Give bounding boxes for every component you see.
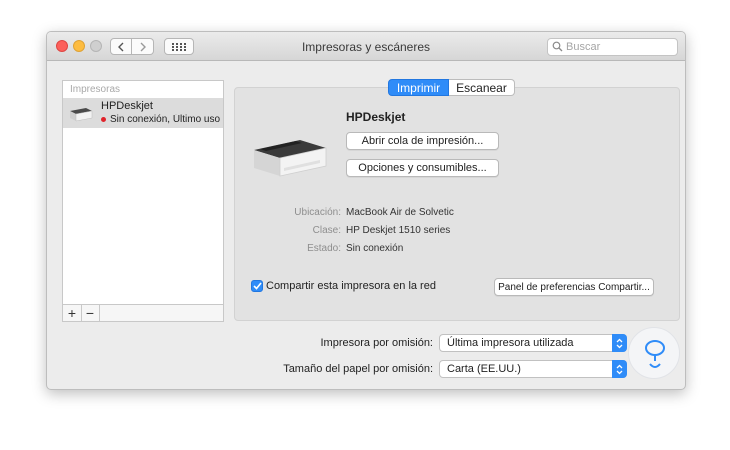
printer-icon	[70, 108, 93, 122]
printers-window: Impresoras y escáneres Buscar Impresoras…	[46, 31, 686, 390]
class-label: Clase:	[312, 225, 341, 236]
search-field[interactable]: Buscar	[547, 38, 678, 56]
checkmark-icon	[252, 282, 262, 290]
watermark-logo	[628, 327, 680, 379]
list-footer: + −	[62, 304, 224, 322]
updown-arrows-icon	[612, 360, 627, 378]
share-printer-label[interactable]: Compartir esta impresora en la red	[266, 280, 436, 292]
printer-image	[254, 140, 327, 177]
class-value: HP Deskjet 1510 series	[346, 225, 451, 236]
paper-size-popup[interactable]: Carta (EE.UU.)	[439, 360, 627, 378]
location-value: MacBook Air de Solvetic	[346, 207, 454, 218]
printer-list-item[interactable]: HPDeskjet Sin conexión, Último uso	[63, 98, 223, 128]
remove-printer-button[interactable]: −	[81, 305, 100, 321]
sharing-preferences-button[interactable]: Panel de preferencias Compartir...	[494, 278, 654, 296]
printer-list-name: HPDeskjet	[101, 100, 153, 112]
paper-size-label: Tamaño del papel por omisión:	[283, 363, 433, 375]
location-label: Ubicación:	[294, 207, 341, 218]
share-printer-checkbox[interactable]	[251, 280, 263, 292]
watermark-icon	[645, 340, 665, 368]
printer-list-status: Sin conexión, Último uso	[101, 114, 223, 125]
status-label: Estado:	[307, 243, 341, 254]
add-printer-button[interactable]: +	[63, 305, 82, 321]
default-printer-label: Impresora por omisión:	[320, 337, 434, 349]
default-printer-value: Última impresora utilizada	[447, 337, 574, 349]
printer-list-status-text: Sin conexión, Último uso	[110, 114, 221, 125]
search-placeholder: Buscar	[566, 41, 601, 53]
search-icon	[552, 41, 563, 52]
tab-imprimir[interactable]: Imprimir	[388, 79, 449, 96]
title-bar: Impresoras y escáneres Buscar	[47, 32, 685, 61]
tab-escanear[interactable]: Escanear	[449, 79, 515, 96]
offline-status-dot	[101, 116, 106, 122]
printer-list: Impresoras HPDeskjet Sin conexión, Últim…	[62, 80, 224, 322]
paper-size-value: Carta (EE.UU.)	[447, 363, 521, 375]
updown-arrows-icon	[612, 334, 627, 352]
default-printer-popup[interactable]: Última impresora utilizada	[439, 334, 627, 352]
options-supplies-button[interactable]: Opciones y consumibles...	[346, 159, 499, 177]
status-value: Sin conexión	[346, 243, 404, 254]
open-print-queue-button[interactable]: Abrir cola de impresión...	[346, 132, 499, 150]
printer-name: HPDeskjet	[346, 110, 406, 124]
printer-list-header: Impresoras	[70, 84, 121, 95]
